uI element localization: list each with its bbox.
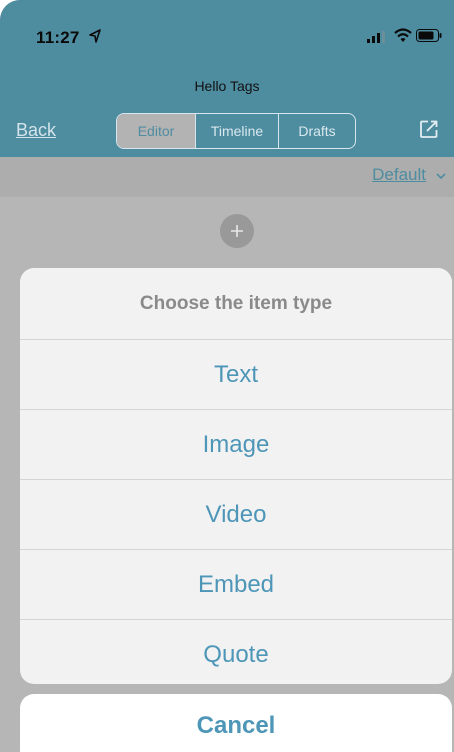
page-title: Hello Tags: [194, 78, 260, 94]
cancel-button[interactable]: Cancel: [20, 694, 452, 752]
option-quote[interactable]: Quote: [20, 620, 452, 684]
battery-icon: [416, 29, 442, 42]
tab-drafts[interactable]: Drafts: [278, 114, 355, 148]
option-video[interactable]: Video: [20, 480, 452, 550]
tab-editor[interactable]: Editor: [117, 114, 195, 148]
view-segmented-control: Editor Timeline Drafts: [116, 113, 356, 149]
wifi-icon: [394, 28, 412, 42]
option-text[interactable]: Text: [20, 340, 452, 410]
status-time: 11:27: [36, 28, 80, 47]
app-screen: 11:27 Hello Tags Back Editor Timeline Dr…: [0, 0, 454, 752]
chevron-down-icon[interactable]: [436, 172, 446, 180]
add-item-button[interactable]: [220, 214, 254, 248]
option-image[interactable]: Image: [20, 410, 452, 480]
status-bar: 11:27: [0, 0, 454, 70]
plus-icon: [231, 225, 243, 237]
location-arrow-icon: [89, 29, 101, 43]
nav-header: 11:27 Hello Tags Back Editor Timeline Dr…: [0, 0, 454, 157]
share-icon[interactable]: [420, 120, 438, 138]
item-type-action-sheet: Choose the item type Text Image Video Em…: [20, 268, 452, 684]
back-button[interactable]: Back: [16, 120, 56, 141]
action-sheet-title: Choose the item type: [20, 268, 452, 340]
option-embed[interactable]: Embed: [20, 550, 452, 620]
filter-select[interactable]: Default: [372, 165, 426, 185]
tab-timeline[interactable]: Timeline: [195, 114, 278, 148]
cellular-signal-icon: [367, 31, 385, 43]
